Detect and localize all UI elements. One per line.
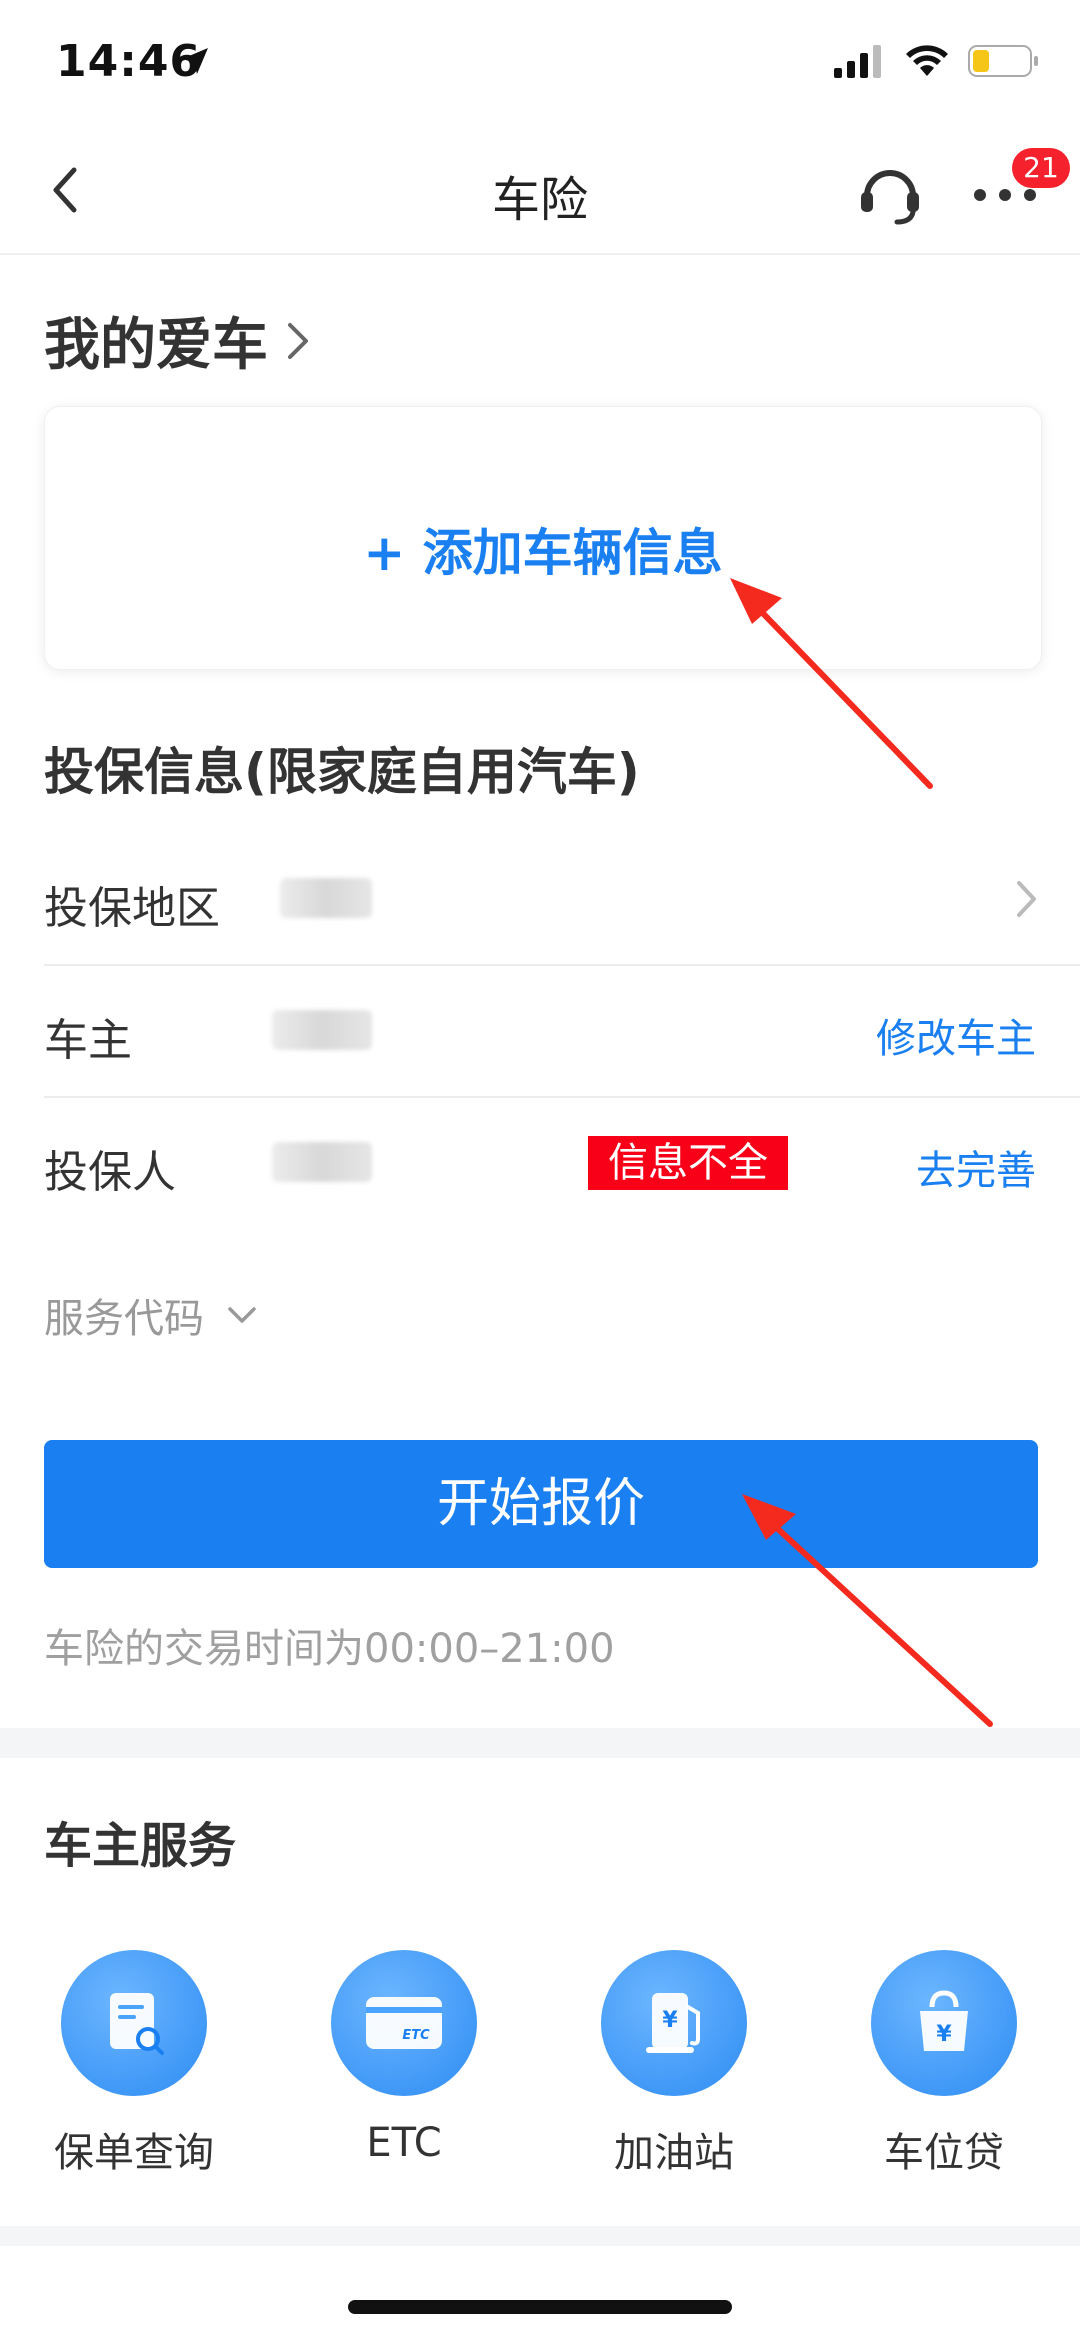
add-vehicle-card[interactable]: + 添加车辆信息: [44, 406, 1042, 670]
row-label: 投保人: [44, 1147, 176, 1198]
insurance-info-title: 投保信息(限家庭自用汽车): [44, 743, 640, 801]
home-indicator[interactable]: [348, 2300, 732, 2314]
start-quote-button[interactable]: 开始报价: [44, 1440, 1038, 1568]
service-label: 保单查询: [54, 2130, 214, 2176]
row-label: 投保地区: [44, 883, 220, 934]
redacted-value: [272, 1010, 372, 1050]
row-label: 车主: [44, 1015, 132, 1066]
chevron-right-icon: [1017, 881, 1036, 917]
car-owner-row: 车主 修改车主: [0, 966, 1080, 1098]
location-arrow-icon: [182, 48, 208, 74]
service-code-toggle[interactable]: 服务代码: [44, 1286, 258, 1344]
edit-owner-link[interactable]: 修改车主: [876, 1006, 1036, 1064]
complete-info-link[interactable]: 去完善: [916, 1138, 1036, 1196]
service-parking-loan[interactable]: ¥ 车位贷: [844, 1950, 1044, 2178]
svg-text:ETC: ETC: [402, 2028, 430, 2043]
my-car-link[interactable]: 我的爱车: [44, 300, 312, 381]
service-label: ETC: [366, 2120, 442, 2166]
battery-icon: [968, 45, 1038, 77]
my-car-title: 我的爱车: [44, 313, 268, 378]
section-separator: [0, 2226, 1080, 2246]
redacted-value: [280, 878, 372, 918]
nav-bar: 车险 21: [0, 130, 1080, 255]
etc-card-icon: ETC: [331, 1950, 477, 2096]
insurance-region-row[interactable]: 投保地区: [0, 834, 1080, 966]
money-bag-icon: ¥: [871, 1950, 1017, 2096]
chevron-down-icon: [228, 1307, 256, 1323]
notification-badge: 21: [1012, 148, 1070, 188]
svg-text:¥: ¥: [936, 2022, 952, 2047]
redacted-value: [272, 1142, 372, 1182]
service-code-label: 服务代码: [44, 1296, 204, 1342]
service-label: 车位贷: [884, 2130, 1004, 2176]
section-separator: [0, 1728, 1080, 1758]
service-etc[interactable]: ETC ETC: [304, 1950, 504, 2166]
status-bar: 14:46: [0, 0, 1080, 130]
wifi-icon: [906, 45, 948, 76]
service-gas-station[interactable]: ¥ 加油站: [574, 1950, 774, 2178]
svg-text:¥: ¥: [662, 2008, 678, 2033]
policy-search-icon: [61, 1950, 207, 2096]
trading-hours-note: 车险的交易时间为00:00–21:00: [44, 1626, 615, 1672]
cellular-signal-icon: [834, 45, 881, 78]
service-policy-query[interactable]: 保单查询: [34, 1950, 234, 2178]
owner-services-title: 车主服务: [44, 1818, 237, 1874]
customer-service-headset-icon[interactable]: [855, 158, 925, 228]
service-label: 加油站: [614, 2130, 734, 2176]
chevron-right-icon: [288, 322, 308, 359]
incomplete-info-badge: 信息不全: [588, 1136, 788, 1190]
policyholder-row: 投保人 信息不全 去完善: [0, 1098, 1080, 1230]
status-icons: [834, 44, 1040, 78]
add-vehicle-label: + 添加车辆信息: [363, 524, 723, 582]
gas-station-icon: ¥: [601, 1950, 747, 2096]
